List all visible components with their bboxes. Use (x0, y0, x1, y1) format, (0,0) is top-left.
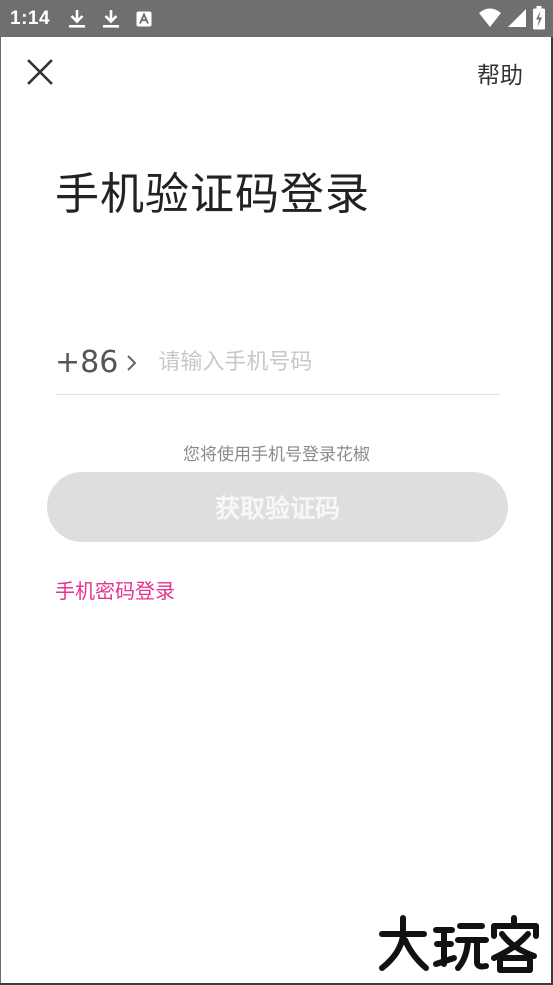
phone-number-input[interactable] (156, 348, 481, 376)
wifi-icon (479, 8, 501, 27)
password-login-link[interactable]: 手机密码登录 (55, 575, 175, 604)
chevron-right-icon (127, 355, 137, 371)
country-code-selector[interactable]: +86 (55, 345, 138, 380)
status-notification-icons (68, 9, 152, 29)
country-code-label: +86 (55, 344, 119, 380)
status-bar: 1:14 (0, 0, 553, 37)
download-icon (69, 9, 86, 28)
battery-charging-icon (533, 6, 545, 30)
status-time: 1:14 (10, 7, 51, 29)
login-hint-text: 您将使用手机号登录花椒 (183, 445, 370, 465)
phone-input-row: +86 (55, 330, 500, 395)
close-icon (27, 59, 53, 85)
page-title: 手机验证码登录 (55, 169, 370, 220)
watermark-logo (379, 915, 539, 973)
status-system-icons (479, 6, 545, 30)
close-button[interactable] (24, 56, 56, 88)
screen-edge-left (0, 37, 1, 985)
help-link[interactable]: 帮助 (477, 56, 523, 90)
download-icon (103, 9, 120, 28)
get-verification-code-button[interactable]: 获取验证码 (47, 472, 508, 542)
signal-icon (508, 9, 526, 27)
a-badge-icon (136, 11, 152, 26)
